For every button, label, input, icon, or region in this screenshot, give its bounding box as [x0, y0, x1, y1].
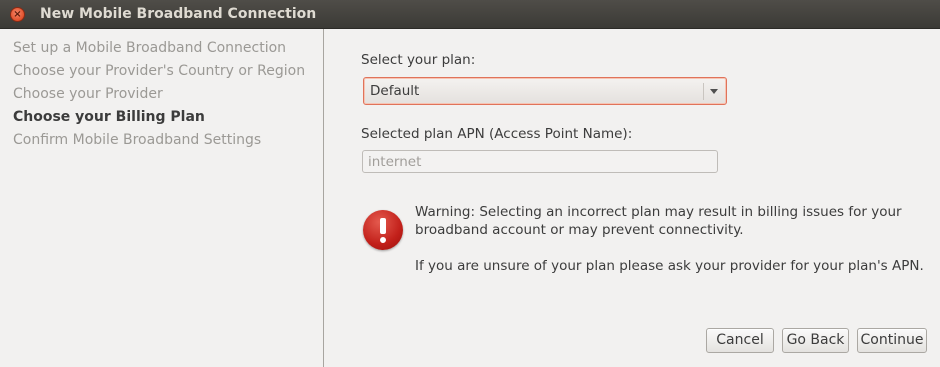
- step-confirm: Confirm Mobile Broadband Settings: [13, 132, 262, 148]
- steps-sidebar: Set up a Mobile Broadband Connection Cho…: [0, 29, 324, 367]
- plan-select[interactable]: Default: [363, 77, 727, 105]
- go-back-button[interactable]: Go Back: [782, 328, 849, 353]
- step-country: Choose your Provider's Country or Region: [13, 63, 306, 79]
- plan-label: Select your plan:: [361, 52, 476, 68]
- dialog-window: × New Mobile Broadband Connection Set up…: [0, 0, 940, 367]
- warning-text-line3: If you are unsure of your plan please as…: [415, 258, 924, 274]
- cancel-button[interactable]: Cancel: [706, 328, 774, 353]
- warning-text-line2: broadband account or may prevent connect…: [415, 222, 744, 238]
- step-provider: Choose your Provider: [13, 86, 163, 102]
- combo-separator: [703, 83, 704, 100]
- warning-text-line1: Warning: Selecting an incorrect plan may…: [415, 204, 902, 220]
- apn-value: internet: [368, 154, 422, 170]
- step-billing-plan: Choose your Billing Plan: [13, 109, 205, 125]
- title-bar[interactable]: × New Mobile Broadband Connection: [0, 0, 940, 29]
- chevron-down-icon[interactable]: [710, 89, 718, 94]
- plan-select-value: Default: [370, 83, 420, 99]
- apn-label: Selected plan APN (Access Point Name):: [361, 126, 633, 142]
- step-setup: Set up a Mobile Broadband Connection: [13, 40, 287, 56]
- apn-field: internet: [362, 150, 718, 173]
- window-title: New Mobile Broadband Connection: [40, 6, 317, 22]
- error-icon: [363, 210, 403, 250]
- main-content: Select your plan: Default Selected plan …: [325, 29, 940, 367]
- continue-button[interactable]: Continue: [857, 328, 927, 353]
- close-icon[interactable]: ×: [10, 7, 25, 22]
